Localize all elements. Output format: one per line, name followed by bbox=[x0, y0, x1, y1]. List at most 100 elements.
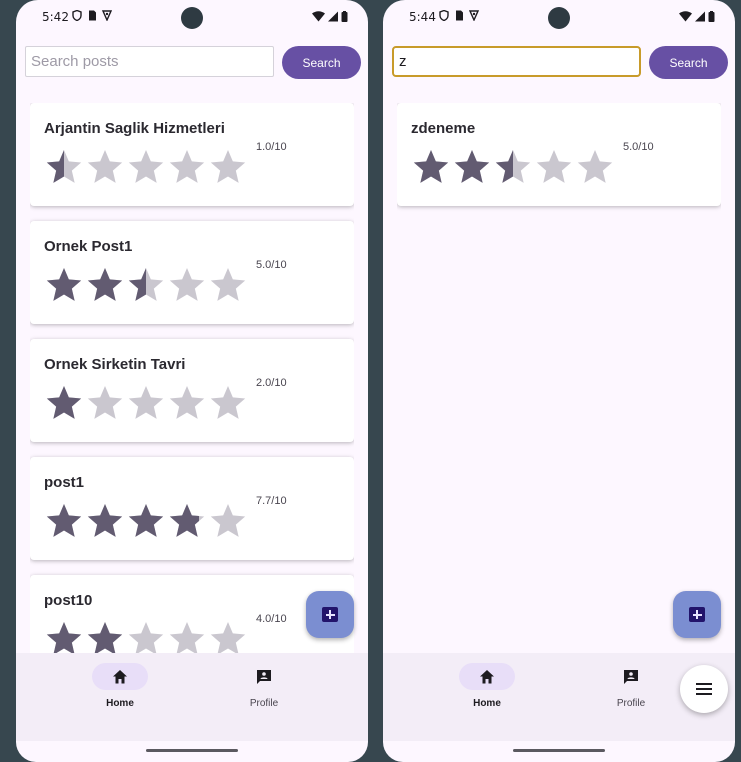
post-title: post1 bbox=[44, 474, 85, 491]
star-half-icon bbox=[46, 150, 82, 183]
phone-screen-left: 5:42 Search Arjantin Saglik Hizmetleri 1… bbox=[16, 0, 368, 762]
star-empty-icon bbox=[87, 150, 123, 183]
post-list[interactable]: zdeneme 5.0/10 bbox=[397, 103, 721, 653]
star-filled-icon bbox=[454, 150, 490, 183]
add-post-button[interactable] bbox=[673, 591, 721, 638]
search-button[interactable]: Search bbox=[282, 46, 361, 79]
star-empty-icon bbox=[577, 150, 613, 183]
star-rating bbox=[411, 147, 615, 187]
sim-card-icon bbox=[89, 10, 96, 21]
camera-cutout bbox=[181, 7, 203, 29]
star-empty-icon bbox=[128, 386, 164, 419]
home-icon bbox=[480, 670, 494, 684]
post-title: zdeneme bbox=[411, 120, 476, 137]
vpn-icon bbox=[469, 10, 479, 21]
post-title: Ornek Post1 bbox=[44, 238, 133, 255]
star-empty-icon bbox=[128, 150, 164, 183]
add-box-icon bbox=[322, 607, 338, 622]
post-title: Ornek Sirketin Tavri bbox=[44, 356, 186, 373]
star-rating bbox=[44, 619, 248, 653]
shield-icon bbox=[439, 10, 449, 21]
post-card[interactable]: Ornek Post1 5.0/10 bbox=[30, 221, 354, 324]
status-bar: 5:44 bbox=[383, 0, 735, 36]
star-half-icon bbox=[169, 504, 205, 537]
post-list[interactable]: Arjantin Saglik Hizmetleri 1.0/10 Ornek … bbox=[30, 103, 354, 653]
star-filled-icon bbox=[87, 504, 123, 537]
home-icon bbox=[113, 670, 127, 684]
gesture-bar[interactable] bbox=[146, 749, 238, 752]
star-filled-icon bbox=[87, 622, 123, 653]
search-row: Search bbox=[25, 46, 361, 79]
nav-label: Home bbox=[106, 698, 134, 709]
post-title: post10 bbox=[44, 592, 93, 609]
nav-label: Profile bbox=[249, 698, 279, 709]
star-filled-icon bbox=[46, 504, 82, 537]
star-filled-icon bbox=[46, 622, 82, 653]
star-empty-icon bbox=[210, 268, 246, 301]
nav-item-profile[interactable]: Profile bbox=[224, 663, 304, 723]
status-time: 5:44 bbox=[409, 10, 436, 24]
gesture-bar[interactable] bbox=[513, 749, 605, 752]
star-empty-icon bbox=[128, 622, 164, 653]
battery-icon bbox=[341, 11, 348, 22]
post-card[interactable]: zdeneme 5.0/10 bbox=[397, 103, 721, 206]
nav-label: Profile bbox=[616, 698, 646, 709]
post-score: 7.7/10 bbox=[256, 495, 287, 507]
star-empty-icon bbox=[210, 150, 246, 183]
star-rating bbox=[44, 501, 248, 541]
star-empty-icon bbox=[169, 622, 205, 653]
star-empty-icon bbox=[169, 150, 205, 183]
battery-icon bbox=[708, 11, 715, 22]
nav-item-home[interactable]: Home bbox=[447, 663, 527, 723]
profile-icon bbox=[257, 670, 271, 684]
search-input[interactable] bbox=[25, 46, 274, 77]
status-bar: 5:42 bbox=[16, 0, 368, 36]
wifi-icon bbox=[312, 11, 325, 22]
star-rating bbox=[44, 147, 248, 187]
search-row: Search bbox=[392, 46, 728, 79]
star-rating bbox=[44, 383, 248, 423]
post-card[interactable]: Ornek Sirketin Tavri 2.0/10 bbox=[30, 339, 354, 442]
phone-screen-right: 5:44 Search zdeneme 5.0/10 Home bbox=[383, 0, 735, 762]
menu-icon bbox=[696, 682, 712, 696]
wifi-icon bbox=[679, 11, 692, 22]
post-score: 5.0/10 bbox=[623, 141, 654, 153]
camera-cutout bbox=[548, 7, 570, 29]
star-empty-icon bbox=[210, 504, 246, 537]
add-box-icon bbox=[689, 607, 705, 622]
star-empty-icon bbox=[210, 386, 246, 419]
search-input[interactable] bbox=[392, 46, 641, 77]
post-title: Arjantin Saglik Hizmetleri bbox=[44, 120, 225, 137]
post-card[interactable]: post1 7.7/10 bbox=[30, 457, 354, 560]
post-score: 5.0/10 bbox=[256, 259, 287, 271]
star-filled-icon bbox=[128, 504, 164, 537]
floating-menu-button[interactable] bbox=[680, 665, 728, 713]
star-filled-icon bbox=[46, 386, 82, 419]
star-filled-icon bbox=[87, 268, 123, 301]
nav-item-home[interactable]: Home bbox=[80, 663, 160, 723]
nav-item-profile[interactable]: Profile bbox=[591, 663, 671, 723]
star-empty-icon bbox=[536, 150, 572, 183]
shield-icon bbox=[72, 10, 82, 21]
star-half-icon bbox=[495, 150, 531, 183]
star-half-icon bbox=[128, 268, 164, 301]
nav-label: Home bbox=[473, 698, 501, 709]
vpn-icon bbox=[102, 10, 112, 21]
search-button[interactable]: Search bbox=[649, 46, 728, 79]
add-post-button[interactable] bbox=[306, 591, 354, 638]
sim-card-icon bbox=[456, 10, 463, 21]
post-card[interactable]: Arjantin Saglik Hizmetleri 1.0/10 bbox=[30, 103, 354, 206]
star-empty-icon bbox=[169, 386, 205, 419]
star-empty-icon bbox=[169, 268, 205, 301]
status-time: 5:42 bbox=[42, 10, 69, 24]
star-rating bbox=[44, 265, 248, 305]
post-score: 1.0/10 bbox=[256, 141, 287, 153]
signal-icon bbox=[695, 11, 705, 22]
star-filled-icon bbox=[413, 150, 449, 183]
star-empty-icon bbox=[87, 386, 123, 419]
signal-icon bbox=[328, 11, 338, 22]
bottom-navigation: Home Profile bbox=[16, 653, 368, 741]
post-score: 2.0/10 bbox=[256, 377, 287, 389]
star-empty-icon bbox=[210, 622, 246, 653]
post-score: 4.0/10 bbox=[256, 613, 287, 625]
